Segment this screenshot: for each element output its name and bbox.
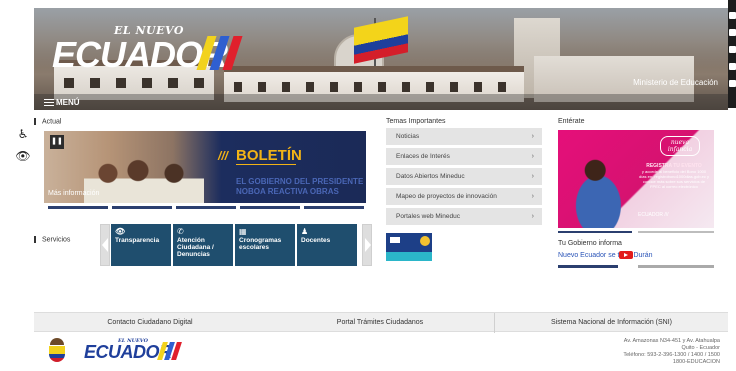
- enterate-footer-logo: ECUADOR ///: [638, 212, 669, 218]
- logo-bars-icon: [196, 36, 243, 70]
- tema-item[interactable]: Enlaces de Interés ›: [386, 148, 542, 165]
- youtube-icon[interactable]: [729, 46, 736, 53]
- promo-seal-icon: [420, 236, 430, 246]
- chevron-right-icon: ›: [531, 173, 534, 180]
- video-indicators: [558, 265, 714, 268]
- footer-address: Av. Amazonas N34-451 y Av. Atahualpa Qui…: [623, 338, 720, 365]
- section-actual: Actual: [34, 118, 61, 125]
- header-banner: EL NUEVO ECUADOR Ministerio de Educación…: [34, 8, 728, 110]
- carousel-dot[interactable]: [240, 206, 300, 209]
- footer-link[interactable]: Sistema Nacional de Información (SNI): [494, 313, 728, 333]
- menu-label: MENÚ: [56, 98, 80, 107]
- footer-nav: Contacto Ciudadano Digital Portal Trámit…: [34, 312, 728, 333]
- service-tile-docentes[interactable]: ♟ Docentes: [297, 224, 357, 266]
- logo-bars-icon: [157, 342, 182, 360]
- service-tile-atencion[interactable]: ✆ Atención Ciudadana / Denuncias: [173, 224, 233, 266]
- chevron-right-icon: ›: [531, 133, 534, 140]
- service-tile-transparencia[interactable]: 👁 Transparencia: [111, 224, 171, 266]
- service-tile-cronogramas[interactable]: ▦ Cronogramas escolares: [235, 224, 295, 266]
- chevron-right-icon: ›: [531, 153, 534, 160]
- teacher-icon: ♟: [301, 227, 309, 236]
- footer: EL NUEVO ECUADOR Av. Amazonas N34-451 y …: [34, 334, 728, 371]
- pause-icon[interactable]: ❚❚: [50, 135, 64, 149]
- section-title: Actual: [42, 118, 62, 126]
- children-photo: [84, 149, 204, 203]
- menu-button[interactable]: MENÚ: [44, 98, 80, 107]
- temas-list: Noticias › Enlaces de Interés › Datos Abie…: [386, 128, 542, 228]
- video-link[interactable]: Nuevo Ecuador se t Durán: [558, 251, 653, 259]
- twitter-icon[interactable]: [729, 12, 736, 19]
- carousel-prev-button[interactable]: [100, 224, 110, 266]
- search-icon[interactable]: [729, 80, 736, 87]
- tema-item[interactable]: Mapeo de proyectos de innovación ›: [386, 188, 542, 205]
- tema-item[interactable]: Noticias ›: [386, 128, 542, 145]
- news-carousel[interactable]: ❚❚ /// BOLETÍN EL GOBIERNO DEL PRESIDENT…: [44, 131, 366, 203]
- footer-link[interactable]: Portal Trámites Ciudadanos: [266, 313, 494, 333]
- more-info-link[interactable]: Más información: [48, 190, 99, 197]
- footer-link[interactable]: Contacto Ciudadano Digital: [34, 313, 266, 333]
- carousel-dot[interactable]: [48, 206, 108, 209]
- accessibility-tools: ♿ 👁: [15, 127, 31, 171]
- enterate-text: REGISTRA TU EVENTO y accede al beneficio…: [638, 163, 710, 190]
- carousel-next-button[interactable]: [362, 224, 372, 266]
- carousel-dot[interactable]: [304, 206, 364, 209]
- enterate-indicators: [558, 231, 714, 233]
- site-logo[interactable]: EL NUEVO ECUADOR: [52, 22, 243, 78]
- chevron-right-icon: ›: [531, 213, 534, 220]
- section-enterate: Entérate: [558, 118, 585, 125]
- enterate-banner[interactable]: nueva infancia REGISTRA TU EVENTO y acce…: [558, 130, 714, 228]
- section-servicios: Servicios: [34, 236, 70, 243]
- chevron-right-icon: ›: [531, 193, 534, 200]
- facebook-icon[interactable]: [729, 29, 736, 36]
- section-temas: Temas Importantes: [386, 118, 446, 125]
- carousel-indicators: [46, 206, 366, 209]
- menu-bar: MENÚ: [34, 94, 728, 110]
- carousel-dot[interactable]: [176, 206, 236, 209]
- section-title: Servicios: [42, 236, 71, 244]
- coat-of-arms-icon: [48, 338, 66, 364]
- accessibility-icon[interactable]: ♿: [15, 127, 31, 141]
- boletin-title: BOLETÍN: [236, 147, 302, 164]
- phone-icon: ✆: [177, 227, 184, 236]
- flickr-icon[interactable]: [729, 63, 736, 70]
- boletin-subtitle: EL GOBIERNO DEL PRESIDENTE: [236, 177, 364, 186]
- hamburger-icon: [44, 99, 54, 107]
- tema-item[interactable]: Datos Abiertos Mineduc ›: [386, 168, 542, 185]
- boletin-subtitle: NOBOA REACTIVA OBRAS: [236, 187, 339, 196]
- carousel-dot[interactable]: [112, 206, 172, 209]
- social-sidebar: [728, 0, 736, 108]
- tema-item[interactable]: Portales web Mineduc ›: [386, 208, 542, 225]
- boletin-slashes: ///: [218, 149, 229, 163]
- pregnant-woman-photo: [560, 154, 624, 228]
- calendar-icon: ▦: [239, 227, 247, 236]
- gobierno-informa-title: Tu Gobierno informa: [558, 240, 622, 247]
- nueva-infancia-logo: nueva infancia: [660, 136, 700, 156]
- ministry-label[interactable]: Ministerio de Educación: [633, 78, 718, 87]
- eye-icon: 👁: [115, 227, 126, 236]
- youtube-play-icon: [619, 251, 634, 259]
- eye-icon[interactable]: 👁: [15, 149, 31, 163]
